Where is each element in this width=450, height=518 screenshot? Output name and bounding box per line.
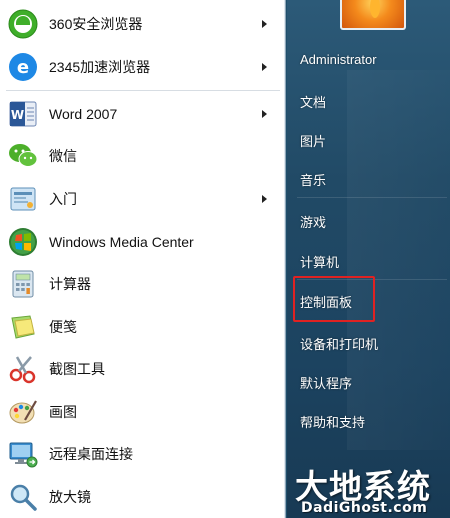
submenu-arrow-icon[interactable]	[262, 195, 267, 203]
watermark-url: DadiGhost.com	[301, 500, 428, 516]
program-item-sticky-notes[interactable]: 便笺	[0, 306, 286, 348]
browser-360-icon	[6, 7, 40, 41]
svg-text:W: W	[11, 108, 24, 122]
background-window-ghost	[347, 70, 450, 450]
link-help-support[interactable]: 帮助和支持	[300, 412, 365, 431]
program-label: 远程桌面连接	[49, 446, 133, 462]
program-item-magnifier[interactable]: 放大镜	[0, 476, 286, 518]
program-item-calculator[interactable]: 计算器	[0, 263, 286, 305]
link-default-programs[interactable]: 默认程序	[300, 373, 352, 392]
program-label: 放大镜	[49, 489, 91, 505]
program-label: 画图	[49, 404, 77, 420]
program-item-snipping-tool[interactable]: 截图工具	[0, 348, 286, 390]
program-label: 计算器	[49, 276, 91, 292]
program-item-wechat[interactable]: 微信	[0, 135, 286, 177]
submenu-arrow-icon[interactable]	[262, 20, 267, 28]
program-label: 截图工具	[49, 361, 105, 377]
submenu-arrow-icon[interactable]	[262, 63, 267, 71]
user-name-link[interactable]: Administrator	[300, 52, 377, 67]
browser-2345-icon: e	[6, 50, 40, 84]
link-games[interactable]: 游戏	[300, 212, 326, 231]
program-label: 微信	[49, 148, 77, 164]
program-item-word[interactable]: W Word 2007	[0, 93, 286, 135]
wechat-icon	[6, 139, 40, 173]
program-label: 360安全浏览器	[49, 16, 143, 32]
media-center-icon	[6, 225, 40, 259]
separator	[297, 197, 447, 198]
programs-pane: 360安全浏览器 e 2345加速浏览器 W Word 2007 微信 入门 W…	[0, 0, 286, 518]
program-item-remote-desktop[interactable]: 远程桌面连接	[0, 433, 286, 475]
program-item-media-center[interactable]: Windows Media Center	[0, 221, 286, 263]
remote-desktop-icon	[6, 437, 40, 471]
snipping-tool-icon	[6, 352, 40, 386]
link-documents[interactable]: 文档	[300, 92, 326, 111]
program-label: 入门	[49, 191, 77, 207]
getting-started-icon	[6, 182, 40, 216]
program-item-2345-browser[interactable]: e 2345加速浏览器	[0, 46, 286, 88]
control-panel-highlight-box	[293, 276, 375, 322]
program-label: Word 2007	[49, 106, 118, 122]
word-icon: W	[6, 97, 40, 131]
link-computer[interactable]: 计算机	[300, 252, 339, 271]
link-music[interactable]: 音乐	[300, 170, 326, 189]
link-pictures[interactable]: 图片	[300, 131, 326, 150]
program-label: 便笺	[49, 319, 77, 335]
link-devices-printers[interactable]: 设备和打印机	[300, 334, 378, 353]
sticky-notes-icon	[6, 310, 40, 344]
magnifier-icon	[6, 480, 40, 514]
calculator-icon	[6, 267, 40, 301]
svg-text:e: e	[17, 57, 29, 78]
program-item-360-browser[interactable]: 360安全浏览器	[0, 3, 286, 45]
program-item-getting-started[interactable]: 入门	[0, 178, 286, 220]
user-avatar[interactable]	[340, 0, 406, 30]
program-item-paint[interactable]: 画图	[0, 391, 286, 433]
program-label: 2345加速浏览器	[49, 59, 151, 75]
flower-icon	[370, 0, 380, 18]
paint-icon	[6, 395, 40, 429]
submenu-arrow-icon[interactable]	[262, 110, 267, 118]
separator	[6, 90, 280, 91]
program-label: Windows Media Center	[49, 234, 194, 250]
watermark: 大地系统 DadiGhost.com	[291, 460, 450, 518]
